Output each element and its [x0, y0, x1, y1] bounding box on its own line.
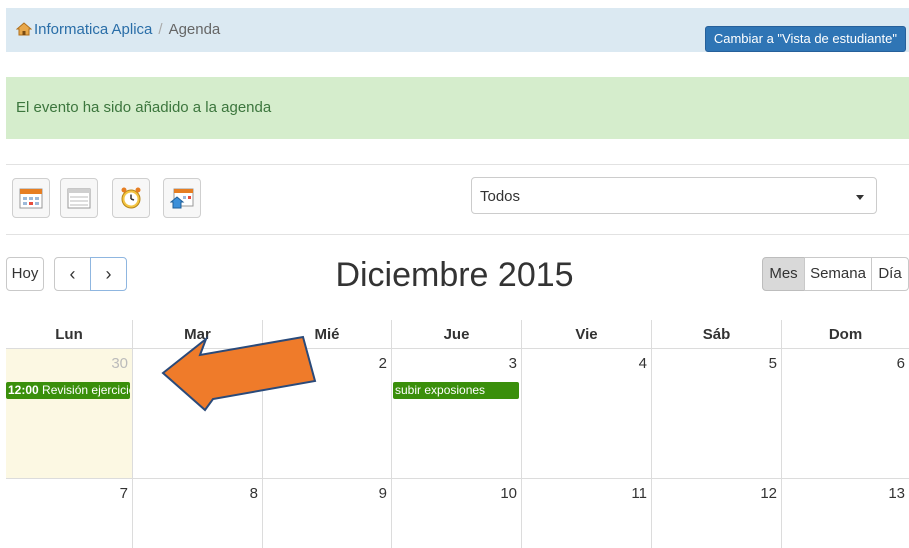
day-cell[interactable]: 10 — [391, 478, 521, 548]
day-cell[interactable]: 12 — [651, 478, 781, 548]
day-number: 4 — [638, 355, 647, 372]
day-cell[interactable]: 11 — [521, 478, 651, 548]
day-number: 3 — [508, 355, 517, 372]
day-cell[interactable]: 30 — [6, 348, 132, 478]
list-view-button[interactable] — [60, 178, 98, 218]
calendar-filter-select[interactable]: Todos — [471, 177, 877, 214]
event-title: Revisión ejercicic — [42, 383, 130, 397]
switch-student-view-button[interactable]: Cambiar a "Vista de estudiante" — [704, 26, 906, 52]
day-number: 8 — [249, 485, 258, 502]
home-icon[interactable] — [15, 22, 33, 36]
calendar-month-button[interactable] — [12, 178, 50, 218]
annotation-arrow-icon — [161, 335, 317, 412]
success-alert: El evento ha sido añadido a la agenda — [6, 77, 909, 139]
day-cell[interactable]: 4 — [521, 348, 651, 478]
breadcrumb-separator: / — [158, 21, 163, 38]
day-number: 30 — [111, 355, 128, 372]
day-number: 7 — [119, 485, 128, 502]
day-cell[interactable]: 7 — [6, 478, 132, 548]
weekday-header: Lun — [55, 326, 83, 343]
day-number: 13 — [888, 485, 905, 502]
alarm-button[interactable] — [112, 178, 150, 218]
calendar-import-icon — [170, 188, 194, 209]
breadcrumb-current: Agenda — [168, 21, 221, 38]
weekday-header: Sáb — [651, 320, 781, 348]
divider — [6, 234, 909, 235]
view-week-button[interactable]: Semana — [804, 257, 872, 291]
day-cell[interactable]: 8 — [132, 478, 262, 548]
view-month-button[interactable]: Mes — [762, 257, 805, 291]
event-title: subir exposiones — [395, 383, 486, 397]
weekday-header: Dom — [781, 320, 909, 348]
day-number: 10 — [500, 485, 517, 502]
view-day-button[interactable]: Día — [871, 257, 909, 291]
calendar-import-button[interactable] — [163, 178, 201, 218]
breadcrumb: Informatica Aplica / Agenda — [15, 21, 221, 38]
weekday-header: Jue — [391, 320, 521, 348]
day-cell[interactable]: 13 — [781, 478, 909, 548]
day-cell[interactable]: 6 — [781, 348, 909, 478]
day-number: 12 — [760, 485, 777, 502]
day-cell[interactable]: 3 — [391, 348, 521, 478]
list-view-icon — [67, 188, 91, 209]
event-time: 12:00 — [8, 383, 39, 397]
day-number: 9 — [378, 485, 387, 502]
calendar-event[interactable]: subir exposiones — [393, 382, 519, 399]
breadcrumb-home-link[interactable]: Informatica Aplica — [34, 21, 152, 38]
day-number: 5 — [768, 355, 777, 372]
calendar-month-icon — [19, 188, 43, 209]
weekday-header: Vie — [521, 320, 651, 348]
calendar-event[interactable]: 12:00 Revisión ejercicic — [6, 382, 130, 399]
divider — [6, 164, 909, 165]
day-cell[interactable]: 5 — [651, 348, 781, 478]
chevron-down-icon — [856, 195, 864, 200]
day-cell[interactable]: 9 — [262, 478, 391, 548]
day-number: 2 — [378, 355, 387, 372]
breadcrumb-bar: Informatica Aplica / Agenda Cambiar a "Vis… — [6, 8, 909, 52]
alarm-clock-icon — [121, 187, 141, 209]
day-number: 6 — [896, 355, 905, 372]
day-number: 11 — [631, 485, 647, 502]
filter-select-value: Todos — [480, 188, 521, 205]
